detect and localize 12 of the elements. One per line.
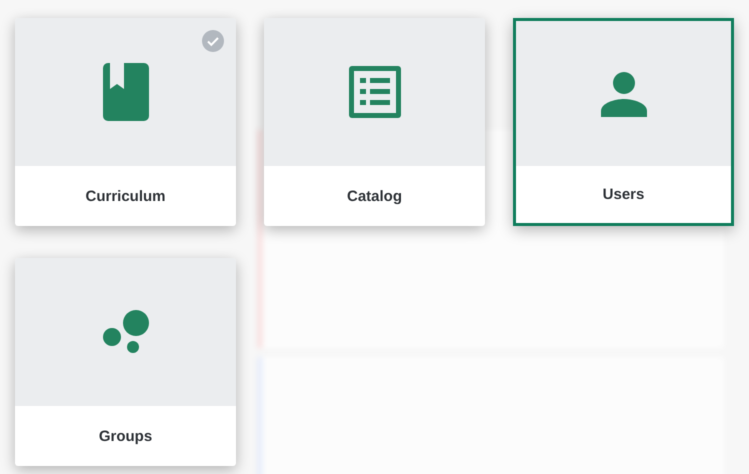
book-icon xyxy=(102,63,148,121)
tile-card[interactable]: Users xyxy=(513,18,734,226)
tile-card[interactable]: Groups xyxy=(15,258,236,466)
tile-label: Groups xyxy=(98,426,154,446)
list-icon xyxy=(348,66,400,118)
tile-card[interactable]: Catalog xyxy=(264,18,485,226)
bubbles-icon xyxy=(102,309,150,355)
tile-label: Curriculum xyxy=(84,186,166,206)
tile-card[interactable]: Curriculum xyxy=(15,18,236,226)
person-icon xyxy=(600,70,646,116)
tile-label: Users xyxy=(602,185,646,205)
tile-label: Catalog xyxy=(346,186,403,206)
